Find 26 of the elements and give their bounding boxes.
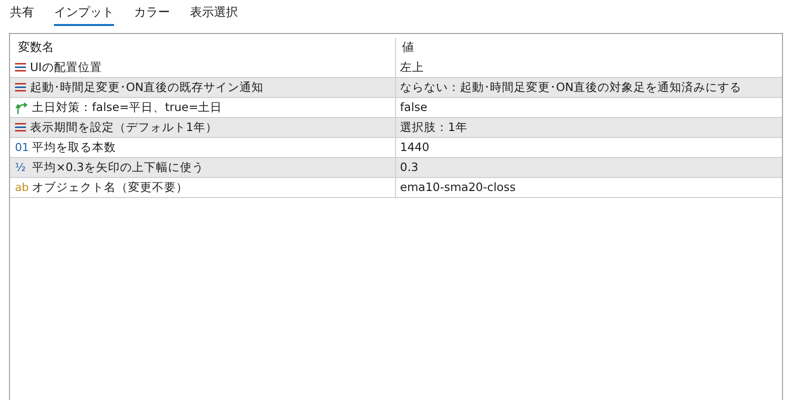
list-icon	[15, 83, 26, 92]
table-cell-text: 0.3	[400, 158, 418, 176]
tab[interactable]: 共有	[10, 3, 34, 26]
type-icon: 01	[15, 142, 28, 153]
tab[interactable]: 表示選択	[190, 3, 238, 26]
table-cell-text: UIの配置位置	[30, 58, 102, 76]
table-cell-text: ならない：起動･時間足変更･ON直後の対象足を通知済みにする	[400, 78, 742, 96]
list-icon	[15, 63, 26, 72]
table-cell-text: ema10-sma20-closs	[400, 178, 516, 196]
table-cell-text: 起動･時間足変更･ON直後の既存サイン通知	[30, 78, 264, 96]
tab[interactable]: インプット	[54, 3, 114, 26]
table-cell-text: 表示期間を設定（デフォルト1年）	[30, 118, 218, 136]
list-icon	[15, 123, 26, 132]
table-cell-text: false	[400, 98, 428, 116]
table-cell-text: 土日対策：false=平日、true=土日	[32, 98, 222, 116]
table-cell-text: 選択肢：1年	[400, 118, 468, 136]
table-cell-text: 平均×0.3を矢印の上下幅に使う	[32, 158, 204, 176]
tab[interactable]: カラー	[134, 3, 170, 26]
table-cell-text: オブジェクト名（変更不要）	[32, 178, 188, 196]
type-icon: ab	[15, 182, 28, 193]
table-cell-text: 平均を取る本数	[32, 138, 116, 156]
table-cell-text: 左上	[400, 58, 424, 76]
branch-arrow-icon	[15, 102, 28, 114]
type-icon: ½	[15, 162, 28, 173]
column-header[interactable]: 変数名	[10, 38, 395, 58]
table-cell-text: 1440	[400, 138, 430, 156]
